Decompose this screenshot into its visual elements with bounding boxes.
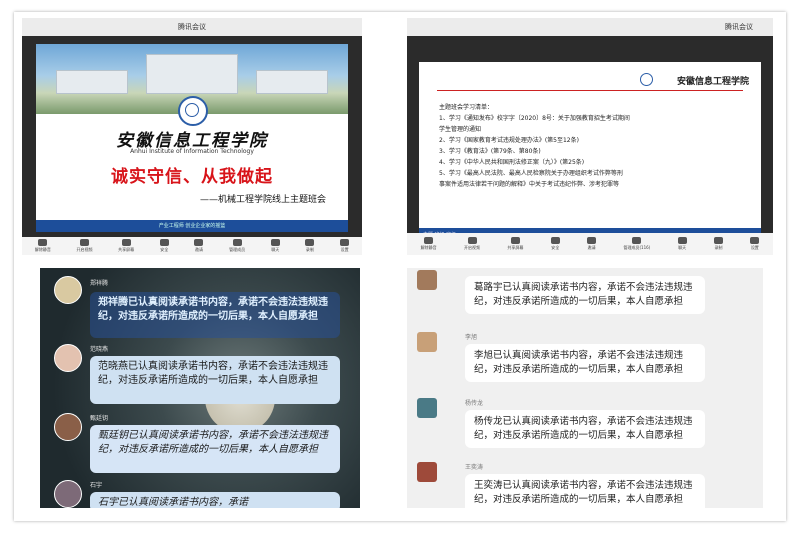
study-list-line: 学生管理的通知 xyxy=(439,126,482,133)
study-list-line: 4、学习《中华人民共和国刑法修正案（九）》(第25条) xyxy=(439,159,585,166)
study-list-line: 3、学习《教育法》(第79条、第80条) xyxy=(439,148,541,155)
mic-icon xyxy=(424,237,434,244)
toolbar-video-button[interactable]: 开启视频 xyxy=(76,239,92,253)
sender-name: 石宇 xyxy=(90,482,103,489)
members-icon xyxy=(632,237,642,244)
avatar[interactable] xyxy=(54,344,82,372)
toolbar-chat-button[interactable]: 聊天 xyxy=(677,237,687,251)
message-bubble: 葛路宇已认真阅读承诺书内容，承诺不会违法违规违纪，对违反承诺所造成的一切后果，本… xyxy=(465,276,705,314)
study-list-line: 主题班会学习清单： xyxy=(439,104,494,111)
toolbar-record-button[interactable]: 录制 xyxy=(305,239,315,253)
avatar[interactable] xyxy=(417,270,437,290)
toolbar-record-button[interactable]: 录制 xyxy=(713,237,723,251)
toolbar-video-button[interactable]: 开启视频 xyxy=(464,237,480,251)
school-seal-icon xyxy=(640,73,653,86)
avatar[interactable] xyxy=(54,413,82,441)
chat-icon xyxy=(677,237,687,244)
add-user-icon xyxy=(194,239,204,246)
gear-icon xyxy=(750,237,760,244)
toolbar-members-button[interactable]: 管理成员(116) xyxy=(623,237,650,251)
message-bubble: 石宇已认真阅读承诺书内容，承诺 xyxy=(90,492,340,508)
shield-icon xyxy=(159,239,169,246)
add-user-icon xyxy=(587,237,597,244)
doc-header: 安徽信息工程学院 xyxy=(676,77,749,87)
toolbar-share-button[interactable]: 共享屏幕 xyxy=(507,237,523,251)
sender-name: 郑祥腾 xyxy=(90,280,109,287)
chat-icon xyxy=(270,239,280,246)
sender-name: 李旭 xyxy=(465,334,478,341)
sender-name: 范晓燕 xyxy=(90,346,109,353)
toolbar-members-button[interactable]: 管理成员 xyxy=(229,239,245,253)
study-list-line: 5、学习《最高人民法院、最高人民检察院关于办理组织考试作弊等刑 xyxy=(439,170,623,177)
sender-name: 王奕涛 xyxy=(465,464,484,471)
message-bubble: 范晓燕已认真阅读承诺书内容，承诺不会违法违规违纪，对违反承诺所造成的一切后果，本… xyxy=(90,356,340,404)
study-list-line: 事案件适用法律若干问题的解释》中关于考试违纪作弊、涉考犯罪等 xyxy=(439,181,620,188)
slide-headline: 诚实守信、从我做起 xyxy=(111,167,273,187)
avatar[interactable] xyxy=(417,462,437,482)
meeting-window-title-slide: 腾讯会议 安徽信息工程学院 Anhui Institute of Informa… xyxy=(22,18,362,255)
sender-name: 甄廷钥 xyxy=(90,415,109,422)
mic-icon xyxy=(38,239,48,246)
toolbar-mute-button[interactable]: 解除静音 xyxy=(421,237,437,251)
meeting-toolbar: 解除静音 开启视频 共享屏幕 安全 邀请 管理成员 聊天 录制 设置 xyxy=(22,237,362,255)
avatar[interactable] xyxy=(54,276,82,304)
screen-share-icon xyxy=(121,239,131,246)
chat-dark-background[interactable]: 郑祥腾 郑祥腾已认真阅读承诺书内容，承诺不会违法违规违纪，对违反承诺所造成的一切… xyxy=(40,268,360,508)
toolbar-invite-button[interactable]: 邀请 xyxy=(587,237,597,251)
window-title: 腾讯会议 xyxy=(22,18,362,36)
avatar[interactable] xyxy=(54,480,82,508)
message-bubble: 郑祥腾已认真阅读承诺书内容，承诺不会违法违规违纪，对违反承诺所造成的一切后果，本… xyxy=(90,292,340,338)
school-name-en: Anhui Institute of Information Technolog… xyxy=(130,148,254,155)
meeting-toolbar: 解除静音 开启视频 共享屏幕 安全 邀请 管理成员(116) 聊天 录制 设置 xyxy=(407,233,773,255)
toolbar-settings-button[interactable]: 设置 xyxy=(750,237,760,251)
divider xyxy=(437,90,743,91)
members-icon xyxy=(232,239,242,246)
camera-icon xyxy=(467,237,477,244)
screen-share-icon xyxy=(510,237,520,244)
toolbar-invite-button[interactable]: 邀请 xyxy=(194,239,204,253)
slide-footer: 产业工程师 创业企业家的摇篮 xyxy=(36,220,348,232)
camera-icon xyxy=(79,239,89,246)
slide-subtitle: ——机械工程学院线上主题班会 xyxy=(199,195,326,205)
toolbar-mute-button[interactable]: 解除静音 xyxy=(35,239,51,253)
school-seal-icon xyxy=(178,96,208,126)
toolbar-settings-button[interactable]: 设置 xyxy=(340,239,350,253)
window-title: 腾讯会议 xyxy=(407,18,773,36)
toolbar-security-button[interactable]: 安全 xyxy=(550,237,560,251)
message-bubble: 杨传龙已认真阅读承诺书内容，承诺不会违法违规违纪，对违反承诺所造成的一切后果，本… xyxy=(465,410,705,448)
message-bubble: 李旭已认真阅读承诺书内容，承诺不会违法违规违纪，对违反承诺所造成的一切后果，本人… xyxy=(465,344,705,382)
study-list-line: 2、学习《国家教育考试违规处理办法》(第5至12条) xyxy=(439,137,579,144)
toolbar-chat-button[interactable]: 聊天 xyxy=(270,239,280,253)
sender-name: 杨传龙 xyxy=(465,400,484,407)
toolbar-share-button[interactable]: 共享屏幕 xyxy=(118,239,134,253)
study-list: 主题班会学习清单： 1、学习《通知发布》校字字〔2020〕8号：关于加强教育招生… xyxy=(439,102,749,190)
toolbar-security-button[interactable]: 安全 xyxy=(159,239,169,253)
shared-document: 安徽信息工程学院 主题班会学习清单： 1、学习《通知发布》校字字〔2020〕8号… xyxy=(419,62,761,242)
message-bubble: 王奕涛已认真阅读承诺书内容，承诺不会违法违规违纪，对违反承诺所造成的一切后果，本… xyxy=(465,474,705,508)
meeting-window-document: 腾讯会议 安徽信息工程学院 主题班会学习清单： 1、学习《通知发布》校字字〔20… xyxy=(407,18,773,255)
shield-icon xyxy=(550,237,560,244)
message-bubble: 甄廷钥已认真阅读承诺书内容，承诺不会违法违规违纪，对违反承诺所造成的一切后果，本… xyxy=(90,425,340,473)
record-icon xyxy=(305,239,315,246)
avatar[interactable] xyxy=(417,398,437,418)
record-icon xyxy=(713,237,723,244)
shared-slide: 安徽信息工程学院 Anhui Institute of Information … xyxy=(36,44,348,232)
avatar[interactable] xyxy=(417,332,437,352)
chat-light-background[interactable]: 葛路宇已认真阅读承诺书内容，承诺不会违法违规违纪，对违反承诺所造成的一切后果，本… xyxy=(407,268,763,508)
gear-icon xyxy=(340,239,350,246)
study-list-line: 1、学习《通知发布》校字字〔2020〕8号：关于加强教育招生考试期间 xyxy=(439,115,630,122)
